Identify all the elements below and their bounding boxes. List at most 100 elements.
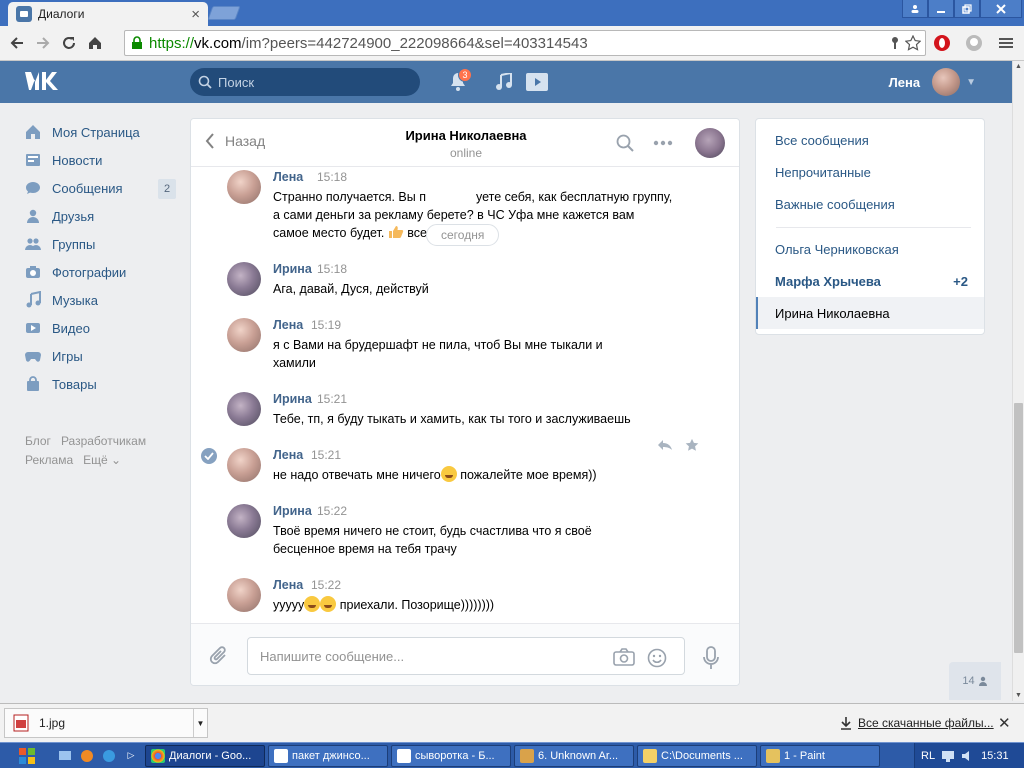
footer-link-developers[interactable]: Разработчикам (61, 434, 146, 448)
sidebar-item-gamepad[interactable]: Игры (24, 342, 176, 370)
start-button[interactable] (0, 744, 54, 768)
user-profile-icon[interactable] (902, 0, 928, 18)
footer-link-more[interactable]: Ещё ⌄ (83, 453, 121, 467)
window-close-icon[interactable] (980, 0, 1022, 18)
search-icon (198, 75, 212, 89)
message-time[interactable]: 15:21 (311, 448, 341, 462)
network-icon[interactable] (941, 749, 955, 763)
sidebar-item-music[interactable]: Музыка (24, 286, 176, 314)
forward-arrow-icon[interactable] (30, 30, 56, 56)
message-avatar[interactable] (227, 262, 261, 296)
paperclip-icon[interactable] (209, 646, 229, 668)
more-options-icon[interactable] (653, 140, 673, 146)
sidebar-item-home[interactable]: Моя Страница (24, 118, 176, 146)
minimize-icon[interactable] (928, 0, 954, 18)
message-time[interactable]: 15:22 (311, 578, 341, 592)
message-author[interactable]: Лена (273, 170, 303, 184)
vk-logo-icon[interactable] (24, 69, 60, 93)
chrome-menu-icon[interactable] (994, 31, 1018, 55)
mark-important-star-icon[interactable] (685, 438, 699, 452)
taskbar-item-word-1[interactable]: пакет джинсо... (268, 744, 388, 767)
music-player-icon[interactable] (496, 73, 512, 91)
page-scrollbar[interactable]: ▲ ▼ (1012, 61, 1024, 701)
back-arrow-icon[interactable] (4, 30, 30, 56)
address-bar[interactable]: https://vk.com/im?peers=442724900_222098… (124, 30, 926, 56)
firefox-icon[interactable] (76, 745, 98, 767)
show-all-downloads-link[interactable]: Все скачанные файлы... (840, 716, 994, 730)
show-desktop-icon[interactable] (54, 745, 76, 767)
image-file-icon (13, 714, 29, 732)
scrollbar-thumb[interactable] (1014, 403, 1023, 653)
message-avatar[interactable] (227, 318, 261, 352)
taskbar-item-explorer[interactable]: C:\Documents ... (637, 744, 757, 767)
browser-tab-dialogs[interactable]: Диалоги × (8, 2, 208, 26)
message-avatar[interactable] (227, 578, 261, 612)
dialog-olga[interactable]: Ольга Черниковская (756, 233, 984, 265)
close-downloads-icon[interactable]: ✕ (998, 714, 1011, 732)
key-icon[interactable] (889, 36, 901, 50)
reload-icon[interactable] (56, 30, 82, 56)
sidebar-item-camera[interactable]: Фотографии (24, 258, 176, 286)
taskbar-item-chrome[interactable]: Диалоги - Goo... (145, 744, 265, 767)
new-tab-button[interactable] (207, 6, 241, 20)
camera-icon[interactable] (613, 648, 635, 666)
taskbar-item-player[interactable]: 6. Unknown Ar... (514, 744, 634, 767)
search-input[interactable]: Поиск (190, 68, 420, 96)
message-author[interactable]: Ирина (273, 392, 312, 406)
quicklaunch-expand-icon[interactable]: ▷ (120, 745, 142, 767)
chat-search-icon[interactable] (616, 134, 634, 152)
sidebar-item-video[interactable]: Видео (24, 314, 176, 342)
peer-avatar[interactable] (695, 128, 725, 158)
sidebar-item-news[interactable]: Новости (24, 146, 176, 174)
video-play-icon[interactable] (526, 73, 548, 91)
taskbar-item-paint[interactable]: 1 - Paint (760, 744, 880, 767)
sidebar-item-label: Сообщения (52, 180, 123, 196)
ie-icon[interactable] (98, 745, 120, 767)
sidebar-item-bag[interactable]: Товары (24, 370, 176, 398)
message-time[interactable]: 15:18 (317, 170, 347, 184)
volume-icon[interactable] (961, 749, 975, 763)
footer-link-ads[interactable]: Реклама (25, 453, 73, 467)
message-time[interactable]: 15:19 (311, 318, 341, 332)
message-author[interactable]: Лена (273, 318, 303, 332)
message-author[interactable]: Лена (273, 578, 303, 592)
user-menu[interactable]: Лена ▼ (889, 68, 976, 96)
message-time[interactable]: 15:21 (317, 392, 347, 406)
bookmark-star-icon[interactable] (905, 35, 921, 51)
friends-online-button[interactable]: 14 (949, 662, 1001, 700)
message-time[interactable]: 15:18 (317, 262, 347, 276)
dialog-marfa[interactable]: Марфа Хрычева +2 (756, 265, 984, 297)
message-author[interactable]: Лена (273, 448, 303, 462)
notifications-bell-icon[interactable]: 3 (449, 68, 472, 92)
message-author[interactable]: Ирина (273, 262, 312, 276)
filter-unread[interactable]: Непрочитанные (756, 156, 984, 188)
filter-important[interactable]: Важные сообщения (756, 188, 984, 220)
taskbar-item-word-2[interactable]: сыворотка - Б... (391, 744, 511, 767)
message-time[interactable]: 15:22 (317, 504, 347, 518)
scroll-down-icon[interactable]: ▼ (1015, 692, 1022, 699)
scroll-up-icon[interactable]: ▲ (1015, 63, 1022, 70)
opera-extension-icon[interactable] (930, 31, 954, 55)
close-tab-icon[interactable]: × (191, 6, 200, 23)
message-avatar[interactable] (227, 504, 261, 538)
sidebar-item-groups[interactable]: Группы (24, 230, 176, 258)
sidebar-item-friends[interactable]: Друзья (24, 202, 176, 230)
message-avatar[interactable] (227, 448, 261, 482)
selected-check-icon[interactable] (201, 448, 217, 464)
footer-link-blog[interactable]: Блог (25, 434, 51, 448)
emoji-picker-icon[interactable] (647, 648, 667, 668)
download-item[interactable]: 1.jpg ▼ (4, 708, 208, 738)
message-author[interactable]: Ирина (273, 504, 312, 518)
message-avatar[interactable] (227, 392, 261, 426)
restore-icon[interactable] (954, 0, 980, 18)
message-avatar[interactable] (227, 170, 261, 204)
filter-all-messages[interactable]: Все сообщения (756, 124, 984, 156)
ghost-extension-icon[interactable] (962, 31, 986, 55)
download-options-icon[interactable]: ▼ (193, 709, 207, 737)
dialog-irina[interactable]: Ирина Николаевна (756, 297, 984, 329)
sidebar-item-messages[interactable]: Сообщения 2 (24, 174, 176, 202)
reply-icon[interactable] (657, 439, 673, 451)
language-indicator[interactable]: RL (921, 750, 935, 762)
home-icon[interactable] (82, 30, 108, 56)
microphone-icon[interactable] (703, 646, 719, 670)
